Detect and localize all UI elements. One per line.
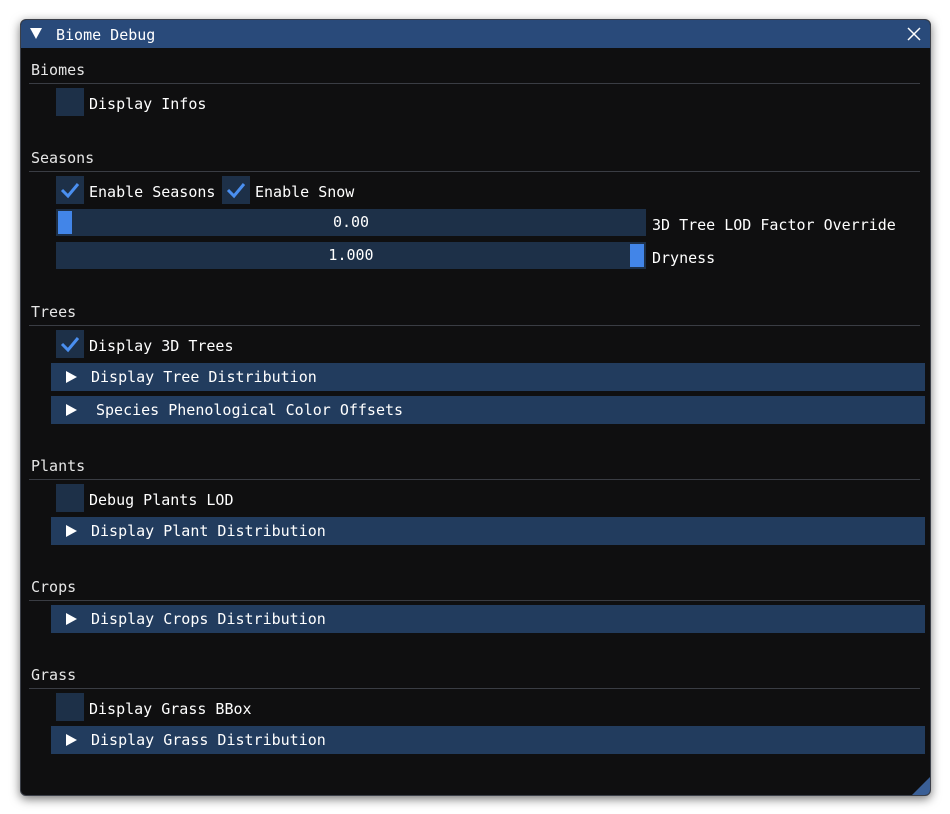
display-grass-bbox-checkbox[interactable]: [56, 693, 84, 721]
section-title-grass: Grass: [31, 666, 77, 684]
section-title-plants: Plants: [31, 457, 86, 475]
slider-value: 1.000: [328, 246, 374, 264]
expand-triangle-icon: [66, 371, 77, 383]
section-title-seasons: Seasons: [31, 149, 95, 167]
separator: [29, 479, 920, 480]
section-title-trees: Trees: [31, 303, 77, 321]
window-title: Biome Debug: [56, 26, 156, 44]
plant-distribution-header[interactable]: Display Plant Distribution: [51, 517, 925, 545]
species-color-offsets-header[interactable]: Species Phenological Color Offsets: [51, 396, 925, 424]
enable-snow-label: Enable Snow: [255, 183, 355, 201]
biome-debug-window: Biome Debug Biomes Display Infos Seasons…: [20, 19, 931, 796]
title-bar[interactable]: Biome Debug: [21, 20, 930, 48]
collapse-triangle-icon[interactable]: [30, 28, 42, 39]
grass-distribution-header[interactable]: Display Grass Distribution: [51, 726, 925, 754]
separator: [29, 171, 920, 172]
display-grass-bbox-label: Display Grass BBox: [89, 700, 252, 718]
expand-triangle-icon: [66, 734, 77, 746]
debug-plants-lod-label: Debug Plants LOD: [89, 491, 234, 509]
tree-lod-factor-label: 3D Tree LOD Factor Override: [652, 216, 896, 234]
close-icon[interactable]: [905, 25, 923, 43]
expand-triangle-icon: [66, 613, 77, 625]
display-3d-trees-checkbox[interactable]: [56, 330, 84, 358]
grass-distribution-label: Display Grass Distribution: [91, 731, 326, 749]
slider-value: 0.00: [332, 213, 370, 231]
display-infos-label: Display Infos: [89, 95, 207, 113]
separator: [29, 325, 920, 326]
checkmark-icon: [60, 183, 80, 199]
dryness-slider[interactable]: 1.000: [56, 242, 646, 269]
dryness-label: Dryness: [652, 249, 716, 267]
checkmark-icon: [60, 337, 80, 353]
tree-lod-factor-slider[interactable]: 0.00: [56, 209, 646, 236]
debug-plants-lod-checkbox[interactable]: [56, 484, 84, 512]
expand-triangle-icon: [66, 525, 77, 537]
crops-distribution-header[interactable]: Display Crops Distribution: [51, 605, 925, 633]
separator: [29, 600, 920, 601]
enable-snow-checkbox[interactable]: [222, 176, 250, 204]
enable-seasons-checkbox[interactable]: [56, 176, 84, 204]
resize-grip[interactable]: [912, 777, 930, 795]
separator: [29, 688, 920, 689]
display-3d-trees-label: Display 3D Trees: [89, 337, 234, 355]
tree-distribution-label: Display Tree Distribution: [91, 368, 317, 386]
enable-seasons-label: Enable Seasons: [89, 183, 216, 201]
section-title-crops: Crops: [31, 578, 77, 596]
plant-distribution-label: Display Plant Distribution: [91, 522, 326, 540]
tree-distribution-header[interactable]: Display Tree Distribution: [51, 363, 925, 391]
separator: [29, 83, 920, 84]
species-color-offsets-label: Species Phenological Color Offsets: [96, 401, 404, 419]
crops-distribution-label: Display Crops Distribution: [91, 610, 326, 628]
expand-triangle-icon: [66, 404, 77, 416]
section-title-biomes: Biomes: [31, 61, 86, 79]
checkmark-icon: [226, 183, 246, 199]
display-infos-checkbox[interactable]: [56, 88, 84, 116]
